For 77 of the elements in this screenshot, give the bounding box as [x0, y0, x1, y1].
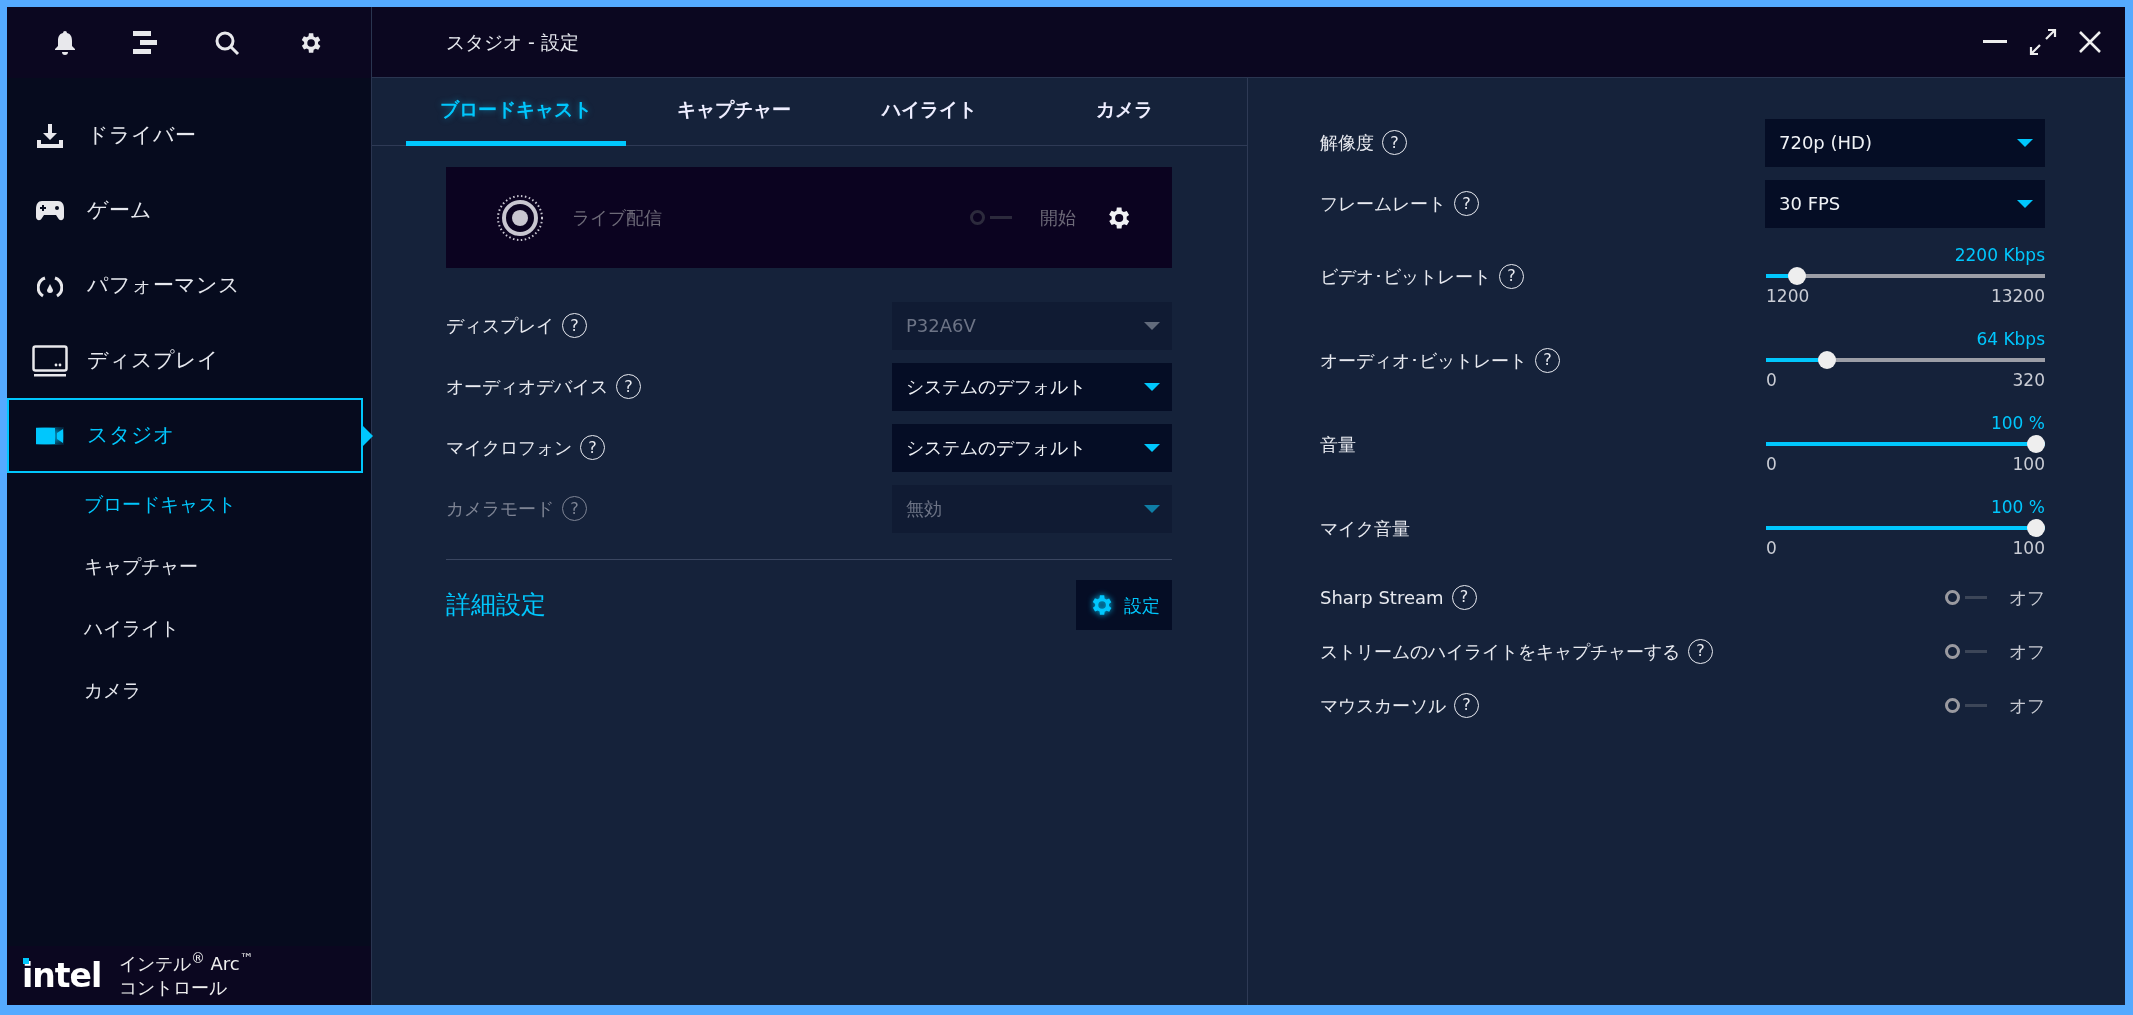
caret-icon — [1144, 321, 1160, 330]
slider-min: 0 — [1766, 371, 1777, 390]
broadcast-icon — [496, 193, 544, 242]
settings-button[interactable]: 設定 — [1076, 580, 1172, 630]
slider-min: 0 — [1766, 539, 1777, 558]
resize-arrows-icon[interactable] — [2029, 28, 2057, 56]
sidebar-subitem[interactable]: キャプチャー — [7, 535, 371, 597]
slider-thumb[interactable] — [2027, 435, 2045, 453]
notification-bell-icon[interactable] — [55, 30, 76, 55]
monitor-icon — [32, 344, 68, 377]
close-icon[interactable] — [2079, 31, 2101, 53]
setting-label: 解像度 — [1320, 131, 1374, 155]
slider-max: 100 — [2012, 455, 2045, 474]
sidebar-subitem[interactable]: カメラ — [7, 659, 371, 721]
setting-label: マイク音量 — [1320, 516, 1410, 541]
dropdown[interactable]: システムのデフォルト — [892, 362, 1172, 411]
tab[interactable]: カメラ — [1029, 78, 1219, 146]
slider-min: 1200 — [1766, 287, 1810, 306]
caret-icon — [1144, 382, 1160, 391]
window-title: スタジオ - 設定 — [446, 29, 579, 55]
field-label: オーディオデバイス — [446, 375, 608, 399]
intel-logo: intel — [22, 959, 102, 992]
slider-value: 100 % — [1990, 414, 2045, 433]
caret-icon — [2017, 199, 2033, 208]
slider-max: 320 — [2012, 371, 2045, 390]
selection-pointer-icon — [361, 424, 373, 448]
setting-label: ビデオ･ビットレート — [1320, 264, 1491, 289]
caret-icon — [2017, 138, 2033, 147]
menu-lines-icon[interactable] — [131, 29, 158, 56]
toggle-state: オフ — [2009, 639, 2045, 664]
slider-value: 64 Kbps — [1975, 330, 2045, 349]
slider-min: 0 — [1766, 455, 1777, 474]
slider-value: 2200 Kbps — [1953, 246, 2045, 265]
live-stream-label: ライブ配信 — [572, 206, 662, 230]
field-label: カメラモード — [446, 497, 554, 521]
caret-icon — [1144, 504, 1160, 513]
tab[interactable]: ブロードキャスト — [406, 78, 626, 146]
dropdown[interactable]: 720p (HD) — [1765, 118, 2045, 167]
setting-label: オーディオ･ビットレート — [1320, 348, 1527, 373]
minimize-icon[interactable] — [1983, 40, 2007, 44]
video-camera-icon — [36, 426, 64, 445]
field-label: ディスプレイ — [446, 314, 554, 338]
caret-icon — [1144, 443, 1160, 452]
toggle-state: オフ — [2009, 585, 2045, 610]
tab[interactable]: キャプチャー — [639, 78, 829, 146]
setting-label: 音量 — [1320, 432, 1356, 457]
slider-max: 13200 — [1990, 287, 2045, 306]
slider-thumb[interactable] — [2027, 519, 2045, 537]
field-label: マイクロフォン — [446, 436, 572, 460]
setting-label: マウスカーソル — [1320, 693, 1446, 718]
setting-label: Sharp Stream — [1320, 585, 1444, 610]
slider-max: 100 — [2012, 539, 2045, 558]
tab[interactable]: ハイライト — [829, 78, 1029, 146]
app-name-subtitle: コントロール — [119, 975, 229, 999]
dropdown[interactable]: システムのデフォルト — [892, 423, 1172, 472]
advanced-settings-heading: 詳細設定 — [446, 589, 546, 622]
setting-label: ストリームのハイライトをキャプチャーする — [1320, 639, 1680, 664]
sidebar-item[interactable]: ディスプレイ — [7, 323, 363, 398]
slider-value: 100 % — [1990, 498, 2045, 517]
toggle-switch[interactable] — [1945, 697, 1987, 713]
toggle-state: オフ — [2009, 693, 2045, 718]
sidebar-item[interactable]: パフォーマンス — [7, 248, 363, 323]
sidebar-subitem[interactable]: ハイライト — [7, 597, 371, 659]
gamepad-icon — [36, 200, 64, 221]
toggle-switch[interactable] — [1945, 643, 1987, 659]
toggle-switch[interactable] — [1945, 589, 1987, 605]
search-icon[interactable] — [214, 29, 241, 56]
dropdown[interactable]: 30 FPS — [1765, 179, 2045, 228]
slider-thumb[interactable] — [1818, 351, 1837, 369]
setting-label: フレームレート — [1320, 192, 1446, 216]
sidebar-subitem[interactable]: ブロードキャスト — [7, 473, 371, 535]
slider-thumb[interactable] — [1787, 267, 1806, 285]
app-name: インテル$^{®}$ Arc$^{™}$ — [119, 952, 254, 976]
download-icon — [37, 123, 63, 148]
start-label: 開始 — [1040, 206, 1076, 230]
sidebar-item[interactable]: ゲーム — [7, 173, 363, 248]
sidebar-item[interactable]: ドライバー — [7, 98, 363, 173]
